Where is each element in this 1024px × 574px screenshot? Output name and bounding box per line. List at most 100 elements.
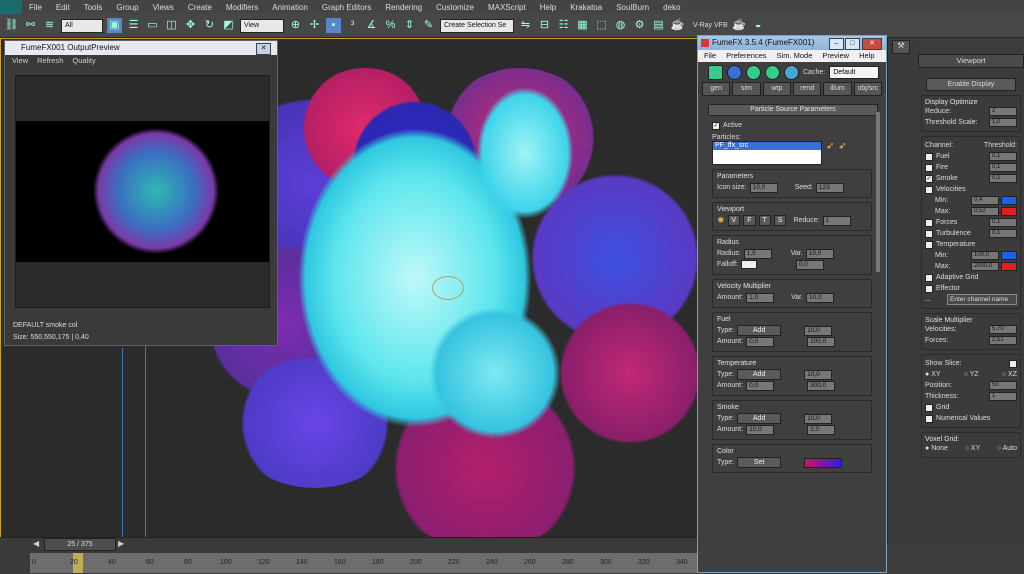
radius-var-spinner[interactable]: 10,0: [805, 248, 834, 259]
particles-list[interactable]: PF_ffx_src: [712, 141, 822, 165]
menu-graph-editors[interactable]: Graph Editors: [315, 3, 378, 12]
fumefx-scrollbar[interactable]: [876, 112, 880, 272]
output-preview-window[interactable]: FumeFX001 OutputPreview ✕ View Refresh Q…: [4, 40, 278, 346]
fumefx-window[interactable]: FumeFX 3.5.4 (FumeFX001) – □ ✕ File Pref…: [697, 35, 887, 573]
effector-checkbox[interactable]: [925, 284, 933, 293]
graph-editor-icon[interactable]: ▦: [575, 18, 590, 33]
temp-max-spinner[interactable]: 2000,0: [971, 262, 999, 271]
menu-tools[interactable]: Tools: [77, 3, 110, 12]
temperature-pct-spinner[interactable]: 300,0: [807, 380, 836, 391]
more-button[interactable]: ...: [925, 296, 931, 303]
smoke-checkbox[interactable]: ✓: [925, 174, 933, 183]
velocity-var-spinner[interactable]: 10,0: [806, 292, 835, 303]
fuel-var-spinner[interactable]: 10,0: [804, 325, 833, 336]
tab-gen[interactable]: gen: [702, 82, 731, 96]
temp-min-color[interactable]: [1001, 251, 1017, 260]
menu-file[interactable]: File: [22, 3, 49, 12]
menu-maxscript[interactable]: MAXScript: [481, 3, 533, 12]
timeline-next-icon[interactable]: ▶: [118, 539, 124, 548]
window-crossing-icon[interactable]: ◫: [164, 18, 179, 33]
show-slice-checkbox[interactable]: [1009, 359, 1017, 368]
smoke-add-button[interactable]: Add: [737, 413, 782, 424]
timeline-prev-icon[interactable]: ◀: [33, 539, 39, 548]
radius-spinner[interactable]: 1,5: [743, 248, 772, 259]
vray-vfb-label[interactable]: V-Ray VFB: [693, 22, 728, 29]
pick-particle-icon[interactable]: ➶: [826, 141, 834, 152]
tab-obj-src[interactable]: obj/src: [853, 82, 882, 96]
temp-max-color[interactable]: [1001, 262, 1017, 271]
add-particle-icon[interactable]: ➶: [838, 141, 846, 152]
slice-yz-radio[interactable]: ○ YZ: [964, 371, 979, 378]
render-frame-icon[interactable]: ▤: [651, 18, 666, 33]
color-gradient-swatch[interactable]: [804, 457, 843, 468]
fire-checkbox[interactable]: [925, 163, 933, 172]
menu-group[interactable]: Group: [109, 3, 145, 12]
menu-animation[interactable]: Animation: [265, 3, 315, 12]
vel-max-spinner[interactable]: 0,52: [971, 207, 999, 216]
temp-min-spinner[interactable]: 100,0: [971, 251, 999, 260]
render-setup-icon[interactable]: ⚙: [632, 18, 647, 33]
fire-threshold[interactable]: 0,1: [989, 163, 1017, 172]
scale-velocities-spinner[interactable]: 5,70: [989, 325, 1017, 334]
tab-illum[interactable]: illum: [823, 82, 852, 96]
selection-filter-select[interactable]: All: [61, 18, 103, 33]
fuel-add-button[interactable]: Add: [737, 325, 782, 336]
slice-position-spinner[interactable]: 50: [989, 381, 1017, 390]
angle-snap-icon[interactable]: ∡: [364, 18, 379, 33]
app-logo-icon[interactable]: [0, 0, 22, 14]
vray-icon[interactable]: ◒: [751, 18, 766, 33]
turbulence-checkbox[interactable]: [925, 229, 933, 238]
select-object-icon[interactable]: ▣: [107, 18, 122, 33]
link-icon[interactable]: ⛓: [4, 18, 19, 33]
smoke-pct-spinner[interactable]: 2,0: [807, 424, 836, 435]
slice-thickness-spinner[interactable]: 1: [989, 392, 1017, 401]
timeline[interactable]: ◀ 25 / 375 ▶ 0 20 40 60 80 100 120 140 1…: [0, 537, 700, 574]
snap-icon[interactable]: ³: [345, 18, 360, 33]
falloff-curve[interactable]: [740, 260, 757, 269]
fumefx-title-bar[interactable]: FumeFX 3.5.4 (FumeFX001) – □ ✕: [698, 36, 886, 50]
view-t-button[interactable]: T: [758, 215, 771, 226]
view-v-button[interactable]: V: [727, 215, 741, 226]
scale-icon[interactable]: ◩: [221, 18, 236, 33]
menu-create[interactable]: Create: [181, 3, 219, 12]
menu-refresh[interactable]: Refresh: [37, 55, 63, 66]
frame-ruler[interactable]: 0 20 40 60 80 100 120 140 160 180 200 22…: [30, 553, 700, 573]
layer-icon[interactable]: ☷: [556, 18, 571, 33]
start-default-icon[interactable]: [727, 64, 742, 80]
menu-preferences[interactable]: Preferences: [726, 50, 766, 62]
continue-icon[interactable]: [765, 64, 780, 80]
preview-title-bar[interactable]: FumeFX001 OutputPreview ✕: [5, 41, 277, 55]
menu-deko[interactable]: deko: [656, 3, 687, 12]
enable-display-button[interactable]: Enable Display: [926, 78, 1016, 91]
grid-icon[interactable]: [708, 64, 723, 80]
menu-view[interactable]: View: [12, 55, 28, 66]
voxel-auto-radio[interactable]: ○ Auto: [997, 445, 1017, 452]
temperature-add-button[interactable]: Add: [737, 369, 782, 380]
numerical-checkbox[interactable]: [925, 414, 933, 423]
fuel-pct-spinner[interactable]: 100,0: [807, 336, 836, 347]
turbulence-threshold[interactable]: 0,1: [989, 229, 1017, 238]
grid-checkbox[interactable]: [925, 403, 933, 412]
menu-preview[interactable]: Preview: [822, 50, 849, 62]
percent-snap-icon[interactable]: %: [383, 18, 398, 33]
vel-max-color[interactable]: [1001, 207, 1017, 216]
tab-sim[interactable]: sim: [732, 82, 761, 96]
smoke-amount-spinner[interactable]: 10,0: [746, 424, 775, 435]
preview-icon[interactable]: [784, 64, 799, 80]
menu-help[interactable]: Help: [859, 50, 874, 62]
slice-xy-radio[interactable]: ● XY: [925, 371, 941, 378]
menu-sim-mode[interactable]: Sim. Mode: [777, 50, 813, 62]
fuel-amount-spinner[interactable]: 0,0: [746, 336, 775, 347]
cache-select[interactable]: Default: [829, 65, 880, 79]
color-set-button[interactable]: Set: [737, 457, 782, 468]
vel-min-spinner[interactable]: 0,4: [971, 196, 999, 205]
view-s-button[interactable]: S: [773, 215, 787, 226]
mirror-icon[interactable]: ⇋: [518, 18, 533, 33]
voxel-none-radio[interactable]: ● None: [925, 445, 948, 452]
teapot-icon[interactable]: ☕: [732, 18, 747, 33]
temperature-var-spinner[interactable]: 10,0: [804, 369, 833, 380]
reduce-spinner[interactable]: 1: [822, 215, 851, 226]
select-manipulate-icon[interactable]: ✢: [307, 18, 322, 33]
menu-file[interactable]: File: [704, 50, 716, 62]
icon-size-spinner[interactable]: 10,0: [749, 182, 778, 193]
